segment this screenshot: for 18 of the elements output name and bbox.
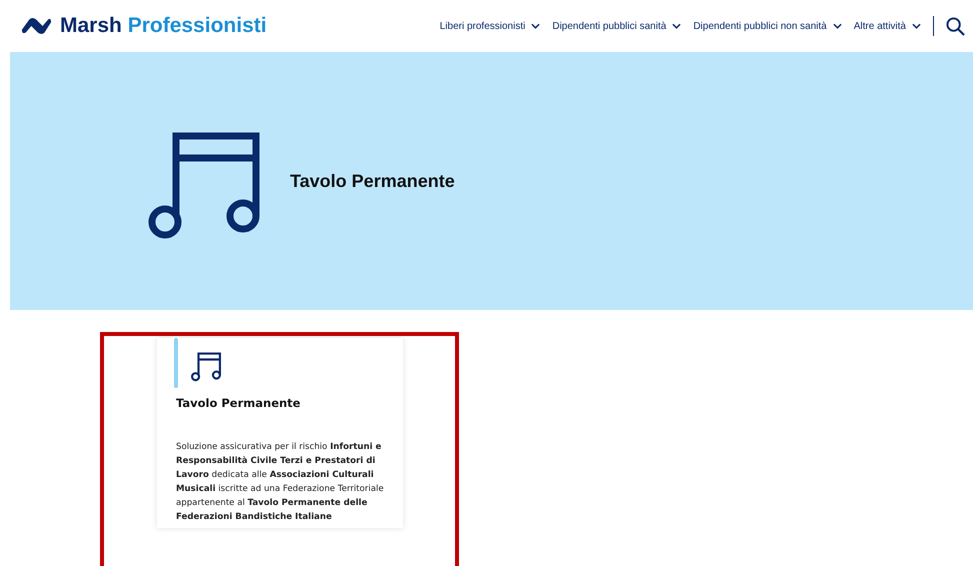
music-note-icon	[191, 352, 221, 382]
nav-link[interactable]: Altre attività	[854, 20, 921, 32]
nav-link[interactable]: Dipendenti pubblici non sanità	[693, 20, 842, 32]
chevron-icon	[832, 23, 842, 29]
chevron-icon	[672, 23, 682, 29]
nav-link[interactable]: Dipendenti pubblici sanità	[552, 20, 682, 32]
search-icon[interactable]	[946, 16, 965, 36]
music-note-icon	[148, 132, 260, 240]
nav-link[interactable]: Liberi professionisti	[440, 20, 540, 32]
product-card[interactable]	[157, 338, 403, 528]
logo-text[interactable]: Marsh Professionisti	[60, 14, 267, 38]
card-description: Soluzione assicurativa per il rischio Infortuni e Responsabilità Civile Terzi e Prestatori di Lavoro dedicata alle Associazioni Culturali Musicali iscritte ad una Federazione Territoriale appartenente al Tavolo Permanente delle Federazioni Bandistiche Italiane	[176, 441, 385, 524]
logo-icon	[20, 16, 52, 36]
accent-bar	[174, 338, 178, 388]
chevron-icon	[912, 23, 921, 29]
chevron-icon	[531, 23, 540, 29]
hero-title: Tavolo Permanente	[290, 170, 455, 192]
card-title: Tavolo Permanente	[176, 396, 302, 410]
